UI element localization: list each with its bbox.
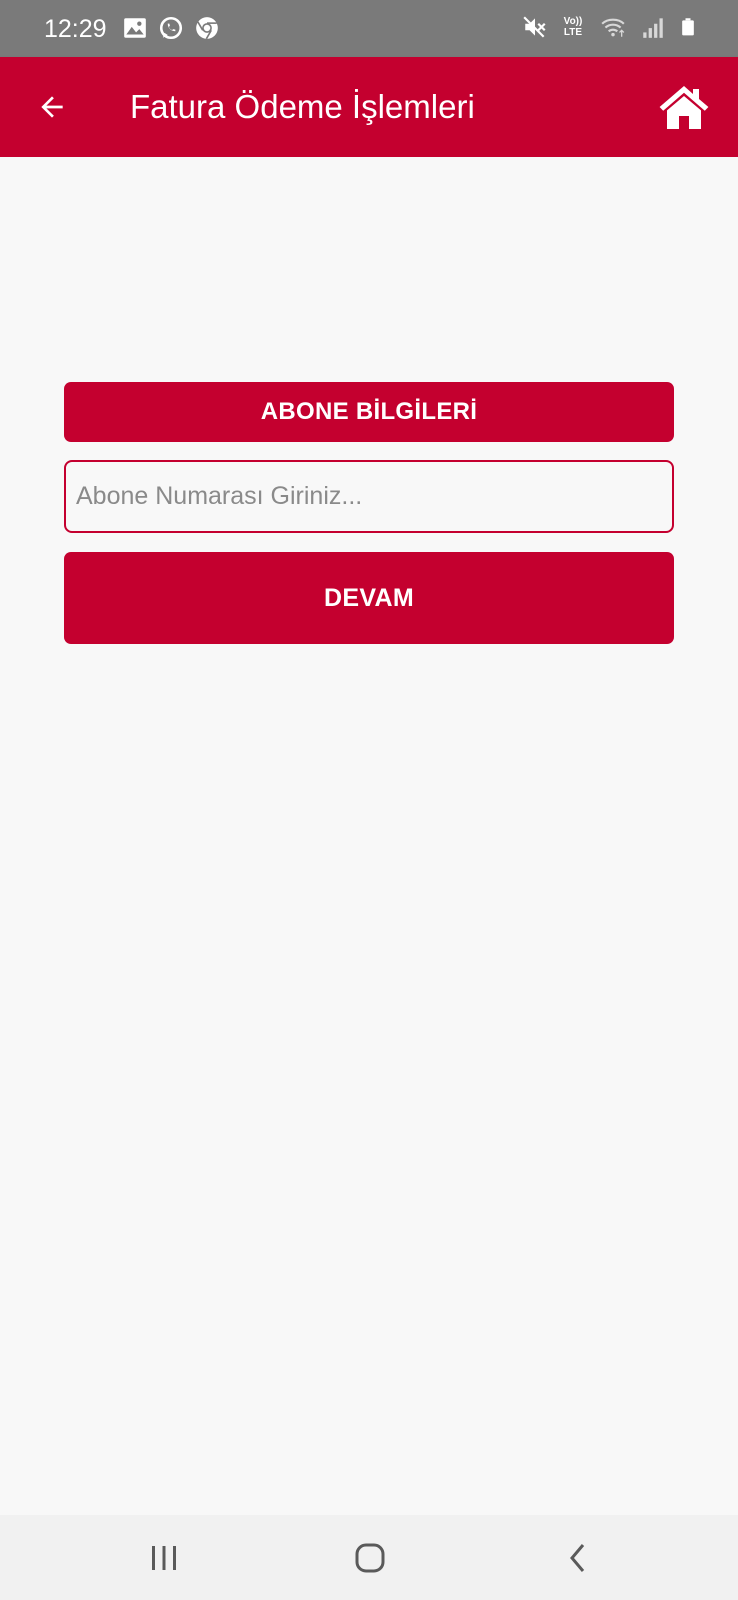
status-notification-icons <box>122 15 220 41</box>
back-nav-button[interactable] <box>548 1533 608 1583</box>
signal-icon <box>643 18 663 38</box>
chrome-icon <box>196 17 218 40</box>
lte-label: LTE <box>563 27 583 38</box>
back-chevron-icon <box>570 1544 585 1572</box>
battery-icon <box>682 18 694 36</box>
status-time: 12:29 <box>44 15 107 43</box>
status-system-icons: Vo)) LTE <box>522 14 698 40</box>
content-area: ABONE BİLGİLERİ DEVAM <box>0 157 738 1515</box>
app-bar: Fatura Ödeme İşlemleri <box>0 57 738 157</box>
continue-button[interactable]: DEVAM <box>64 552 674 644</box>
volte-label: Vo)) <box>563 16 583 27</box>
arrow-left-icon <box>41 96 63 118</box>
subscriber-info-header: ABONE BİLGİLERİ <box>64 382 674 442</box>
wifi-icon <box>601 18 625 37</box>
home-button[interactable] <box>656 79 712 135</box>
home-icon <box>659 86 709 129</box>
back-button[interactable] <box>28 83 76 131</box>
whatsapp-icon <box>159 16 183 40</box>
home-circle-icon <box>355 1543 385 1573</box>
recent-apps-button[interactable] <box>134 1533 194 1583</box>
recent-apps-icon <box>152 1546 176 1570</box>
system-nav-bar <box>0 1515 738 1600</box>
volte-icon: Vo)) LTE <box>560 16 586 38</box>
subscriber-number-input[interactable] <box>64 460 674 533</box>
status-bar: 12:29 Vo)) LTE <box>0 0 738 57</box>
image-icon <box>124 18 146 38</box>
home-nav-button[interactable] <box>340 1533 400 1583</box>
page-title: Fatura Ödeme İşlemleri <box>130 88 475 125</box>
mute-icon <box>523 16 546 38</box>
